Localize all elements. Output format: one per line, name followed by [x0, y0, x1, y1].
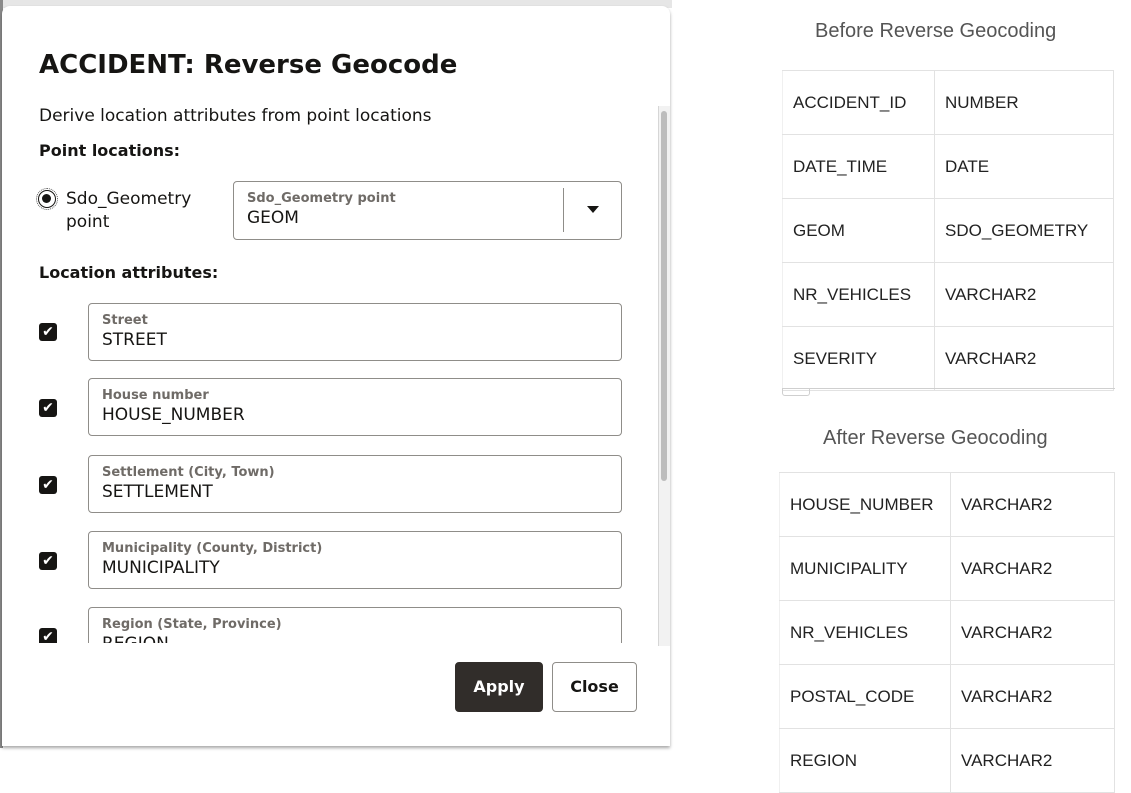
- settlement-field[interactable]: Settlement (City, Town) SETTLEMENT: [88, 455, 622, 513]
- house-number-checkbox[interactable]: ✔: [39, 399, 57, 417]
- geometry-select-value: GEOM: [247, 208, 299, 228]
- column-name-cell: GEOM: [782, 198, 935, 263]
- municipality-field[interactable]: Municipality (County, District) MUNICIPA…: [88, 531, 622, 589]
- after-table: HOUSE_NUMBER VARCHAR2 MUNICIPALITY VARCHAR…: [779, 472, 1115, 793]
- location-attributes-heading: Location attributes:: [39, 263, 219, 282]
- before-table-scroll-thumb[interactable]: [782, 389, 810, 396]
- table-row: REGION VARCHAR2: [779, 728, 1115, 793]
- settlement-checkbox[interactable]: ✔: [39, 476, 57, 494]
- table-row: MUNICIPALITY VARCHAR2: [779, 536, 1115, 601]
- column-type-cell: DATE: [934, 134, 1114, 199]
- column-type-cell: VARCHAR2: [950, 728, 1115, 793]
- attribute-row-region: ✔ Region (State, Province) REGION: [2, 607, 670, 643]
- region-field-label: Region (State, Province): [102, 617, 282, 632]
- attribute-row-municipality: ✔ Municipality (County, District) MUNICI…: [2, 531, 670, 591]
- street-field[interactable]: Street STREET: [88, 303, 622, 361]
- checkmark-icon: ✔: [42, 553, 54, 569]
- table-row: HOUSE_NUMBER VARCHAR2: [779, 472, 1115, 537]
- scrollbar-border: [658, 106, 659, 646]
- before-table: ACCIDENT_ID NUMBER DATE_TIME DATE GEOM SDO_…: [782, 70, 1114, 391]
- street-field-label: Street: [102, 313, 148, 328]
- checkmark-icon: ✔: [42, 629, 54, 643]
- after-table-title: After Reverse Geocoding: [823, 427, 1048, 449]
- geometry-select-label: Sdo_Geometry point: [247, 191, 396, 206]
- attribute-row-settlement: ✔ Settlement (City, Town) SETTLEMENT: [2, 455, 670, 515]
- column-type-cell: VARCHAR2: [950, 472, 1115, 537]
- street-checkbox[interactable]: ✔: [39, 323, 57, 341]
- house-number-field-label: House number: [102, 388, 209, 403]
- checkmark-icon: ✔: [42, 400, 54, 416]
- column-type-cell: NUMBER: [934, 70, 1114, 135]
- column-name-cell: REGION: [779, 728, 951, 793]
- column-type-cell: VARCHAR2: [950, 536, 1115, 601]
- checkmark-icon: ✔: [42, 477, 54, 493]
- column-name-cell: ACCIDENT_ID: [782, 70, 935, 135]
- region-field-value: REGION: [102, 634, 169, 643]
- column-type-cell: VARCHAR2: [934, 262, 1114, 327]
- before-table-title: Before Reverse Geocoding: [815, 20, 1057, 42]
- street-field-value: STREET: [102, 330, 167, 350]
- dialog-title: ACCIDENT: Reverse Geocode: [39, 50, 458, 80]
- column-name-cell: NR_VEHICLES: [782, 262, 935, 327]
- dialog-description: Derive location attributes from point lo…: [39, 106, 432, 126]
- municipality-checkbox[interactable]: ✔: [39, 552, 57, 570]
- column-name-cell: DATE_TIME: [782, 134, 935, 199]
- close-button[interactable]: Close: [552, 662, 637, 712]
- region-checkbox[interactable]: ✔: [39, 628, 57, 643]
- column-name-cell: HOUSE_NUMBER: [779, 472, 951, 537]
- column-name-cell: SEVERITY: [782, 326, 935, 391]
- house-number-field-value: HOUSE_NUMBER: [102, 405, 245, 425]
- column-type-cell: VARCHAR2: [950, 664, 1115, 729]
- municipality-field-value: MUNICIPALITY: [102, 558, 220, 578]
- region-field[interactable]: Region (State, Province) REGION: [88, 607, 622, 643]
- table-row: NR_VEHICLES VARCHAR2: [779, 600, 1115, 665]
- table-row: NR_VEHICLES VARCHAR2: [782, 262, 1114, 327]
- column-name-cell: MUNICIPALITY: [779, 536, 951, 601]
- house-number-field[interactable]: House number HOUSE_NUMBER: [88, 378, 622, 436]
- column-name-cell: POSTAL_CODE: [779, 664, 951, 729]
- column-type-cell: SDO_GEOMETRY: [934, 198, 1114, 263]
- table-row: DATE_TIME DATE: [782, 134, 1114, 199]
- attribute-row-street: ✔ Street STREET: [2, 303, 670, 363]
- attribute-row-house-number: ✔ House number HOUSE_NUMBER: [2, 378, 670, 438]
- select-divider: [563, 188, 564, 232]
- attributes-scroll-area: ✔ Street STREET ✔ House number HOUSE_NUM…: [2, 301, 670, 643]
- column-type-cell: VARCHAR2: [950, 600, 1115, 665]
- table-row: GEOM SDO_GEOMETRY: [782, 198, 1114, 263]
- column-type-cell: VARCHAR2: [934, 326, 1114, 391]
- sdo-geometry-radio[interactable]: [36, 188, 58, 210]
- sdo-geometry-radio-label[interactable]: Sdo_Geometry point: [66, 188, 216, 234]
- geometry-column-select[interactable]: Sdo_Geometry point GEOM: [233, 181, 622, 240]
- reverse-geocode-dialog: ACCIDENT: Reverse Geocode Derive locatio…: [2, 6, 670, 746]
- before-table-scrollbar[interactable]: [782, 388, 1115, 397]
- checkmark-icon: ✔: [42, 324, 54, 340]
- municipality-field-label: Municipality (County, District): [102, 541, 323, 556]
- chevron-down-icon[interactable]: [587, 206, 599, 213]
- settlement-field-value: SETTLEMENT: [102, 482, 213, 502]
- point-locations-heading: Point locations:: [39, 141, 181, 160]
- table-row: POSTAL_CODE VARCHAR2: [779, 664, 1115, 729]
- settlement-field-label: Settlement (City, Town): [102, 465, 275, 480]
- column-name-cell: NR_VEHICLES: [779, 600, 951, 665]
- table-row: ACCIDENT_ID NUMBER: [782, 70, 1114, 135]
- table-row: SEVERITY VARCHAR2: [782, 326, 1114, 391]
- scrollbar-thumb[interactable]: [661, 111, 667, 481]
- apply-button[interactable]: Apply: [455, 662, 543, 712]
